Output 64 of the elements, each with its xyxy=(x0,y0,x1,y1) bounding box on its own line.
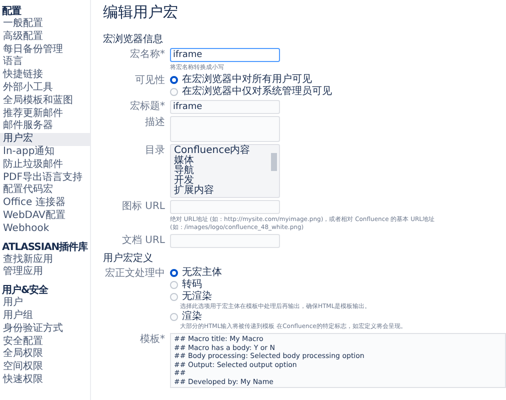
radio-label: 在宏浏览器中对所有用户可见 xyxy=(182,74,312,86)
sidebar-item[interactable]: 管理应用 xyxy=(0,266,90,280)
radio-label: 在宏浏览器中仅对系统管理员可见 xyxy=(182,86,332,98)
list-option[interactable]: 开发 xyxy=(174,176,266,186)
text-field[interactable]: iframe xyxy=(170,100,280,114)
text-field[interactable]: iframe xyxy=(170,48,280,62)
radio-button[interactable] xyxy=(170,313,178,321)
sidebar-item[interactable]: 一般配置 xyxy=(0,18,90,31)
sidebar-item[interactable]: In-app通知 xyxy=(0,146,90,159)
sidebar-item[interactable]: 安全配置 xyxy=(0,336,90,348)
sidebar-item[interactable]: 用户宏 xyxy=(0,133,90,146)
field-label: 目录 xyxy=(144,144,165,158)
section-heading: 宏浏览器信息 xyxy=(103,32,164,46)
field-label: 可见性 xyxy=(134,74,165,88)
section-heading: 用户宏定义 xyxy=(103,252,154,265)
sidebar-item[interactable]: 查找新应用 xyxy=(0,254,90,266)
radio-button[interactable] xyxy=(170,88,178,96)
sidebar-item[interactable]: 身份验证方式 xyxy=(0,322,90,336)
sidebar-heading: 用户&安全 xyxy=(1,285,50,296)
list-option[interactable]: 导航 xyxy=(174,166,266,176)
field-label: 图标 URL xyxy=(120,200,165,214)
field-label: 宏标题* xyxy=(129,100,165,114)
page-title: 编辑用户宏 xyxy=(103,3,179,22)
text-field[interactable] xyxy=(170,200,280,214)
sidebar-item[interactable]: 推荐更新邮件 xyxy=(0,108,90,120)
sidebar-item[interactable]: 外部小工具 xyxy=(0,82,90,95)
category-listbox[interactable]: Confluence内容 媒体 导航 开发 扩展内容 xyxy=(170,144,280,198)
sidebar-item[interactable]: 用户组 xyxy=(0,310,90,323)
sidebar-item[interactable]: 全局权限 xyxy=(0,348,90,362)
sidebar-item[interactable]: 快捷链接 xyxy=(0,69,90,82)
radio-label: 转码 xyxy=(182,279,202,290)
sidebar-item[interactable]: Webhook xyxy=(0,222,90,236)
text-field[interactable] xyxy=(170,234,280,248)
radio-button[interactable] xyxy=(170,293,178,301)
sidebar-item[interactable]: 防止垃圾邮件 xyxy=(0,158,90,172)
radio-label: 无宏主体 xyxy=(182,267,222,279)
sidebar-item[interactable]: 邮件服务器 xyxy=(0,120,90,134)
sidebar-heading: ATLASSIAN插件库 xyxy=(1,242,89,254)
radio-button[interactable] xyxy=(170,269,178,277)
sidebar-item[interactable]: 语言 xyxy=(0,56,90,70)
sidebar-item[interactable]: 用户 xyxy=(0,297,90,310)
sidebar-item[interactable]: 配置代码宏 xyxy=(0,184,90,198)
list-option[interactable]: 媒体 xyxy=(174,156,266,166)
field-label: 宏正文处理中 xyxy=(104,267,165,281)
sidebar-item[interactable]: WebDAV配置 xyxy=(0,210,90,223)
field-label: 宏名称* xyxy=(129,48,165,62)
list-option[interactable]: 扩展内容 xyxy=(174,186,266,196)
field-label: 模板* xyxy=(139,333,165,347)
sidebar-item[interactable]: Office 连接器 xyxy=(0,197,90,210)
sidebar-item[interactable]: PDF导出语言支持 xyxy=(0,172,90,184)
field-label: 描述 xyxy=(144,116,165,130)
radio-button[interactable] xyxy=(170,76,178,84)
sidebar-heading: 配置 xyxy=(1,6,22,18)
sidebar-item[interactable]: 每日备份管理 xyxy=(0,44,90,56)
sidebar-item[interactable]: 高级配置 xyxy=(0,30,90,44)
radio-label: 渲染 xyxy=(182,311,202,323)
field-label: 文档 URL xyxy=(120,234,165,248)
radio-label: 无渲染 xyxy=(182,291,212,303)
list-option[interactable]: Confluence内容 xyxy=(174,146,266,156)
radio-button[interactable] xyxy=(170,281,178,289)
sidebar-item[interactable]: 全局模板和蓝图 xyxy=(0,94,90,108)
sidebar-item[interactable]: 空间权限 xyxy=(0,361,90,374)
description-field[interactable] xyxy=(170,116,280,142)
sidebar-item[interactable]: 快速权限 xyxy=(0,374,90,387)
